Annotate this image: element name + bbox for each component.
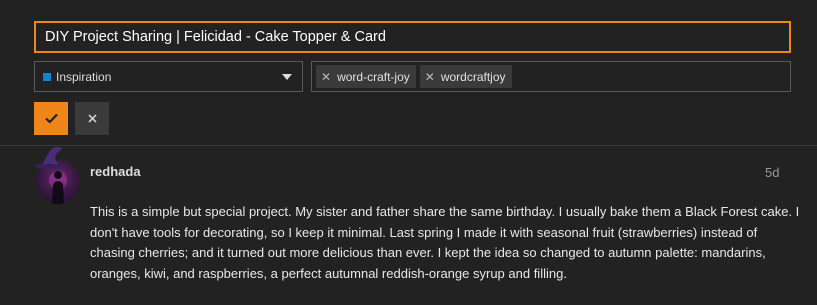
- post-date[interactable]: 5d: [765, 165, 779, 180]
- tag-label: word-craft-joy: [337, 69, 410, 84]
- cancel-edit-button[interactable]: [75, 102, 109, 135]
- tag-chip[interactable]: ✕ wordcraftjoy: [419, 65, 512, 88]
- post-body: This is a simple but special project. My…: [90, 204, 800, 281]
- save-edit-button[interactable]: [34, 102, 68, 135]
- close-icon: [87, 114, 97, 123]
- topic-title-value: DIY Project Sharing | Felicidad - Cake T…: [45, 29, 386, 45]
- remove-tag-icon[interactable]: ✕: [321, 70, 331, 84]
- category-select[interactable]: Inspiration: [34, 61, 303, 92]
- check-icon: [44, 113, 58, 124]
- witch-hat-icon: [35, 147, 65, 169]
- tag-label: wordcraftjoy: [440, 69, 506, 84]
- category-color-swatch: [43, 72, 51, 81]
- chevron-down-icon: [282, 73, 292, 80]
- divider: [0, 145, 817, 146]
- tags-input[interactable]: ✕ word-craft-joy ✕ wordcraftjoy: [311, 61, 791, 92]
- topic-title-input[interactable]: DIY Project Sharing | Felicidad - Cake T…: [34, 21, 791, 53]
- avatar[interactable]: [31, 146, 81, 212]
- category-label: Inspiration: [56, 69, 112, 84]
- remove-tag-icon[interactable]: ✕: [425, 70, 435, 84]
- tag-chip[interactable]: ✕ word-craft-joy: [316, 65, 416, 88]
- post-username[interactable]: redhada: [90, 164, 141, 179]
